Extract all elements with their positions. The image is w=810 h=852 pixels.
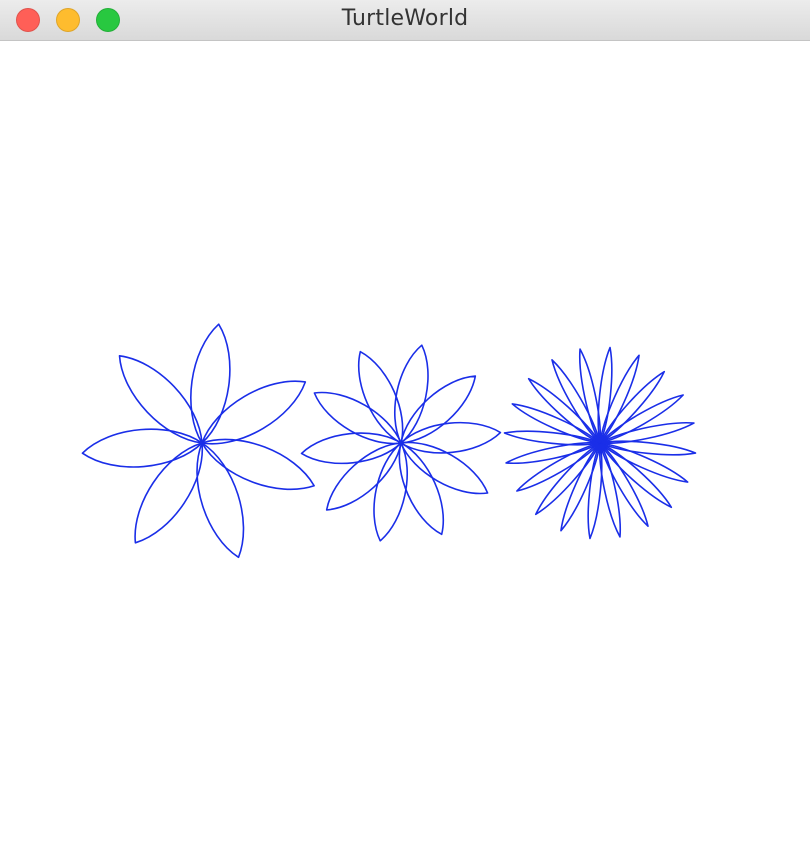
drawing-surface xyxy=(81,323,697,559)
petal xyxy=(400,441,489,495)
petal xyxy=(196,442,245,559)
flower-7-petals xyxy=(81,323,315,559)
flower-20-petals xyxy=(503,346,697,540)
petal xyxy=(400,421,502,454)
petal xyxy=(201,438,315,491)
petal xyxy=(190,323,231,444)
petal xyxy=(201,380,307,445)
petal xyxy=(373,442,408,542)
turtle-canvas[interactable] xyxy=(0,41,810,852)
title-bar[interactable]: TurtleWorld xyxy=(0,0,810,41)
petal xyxy=(325,442,402,511)
petal xyxy=(394,344,429,444)
petal xyxy=(134,442,204,544)
turtleworld-window: TurtleWorld xyxy=(0,0,810,852)
petal xyxy=(400,375,477,444)
petal xyxy=(300,432,402,465)
petal xyxy=(81,428,203,468)
window-title: TurtleWorld xyxy=(341,6,469,31)
flower-10-petals xyxy=(300,344,502,542)
petal xyxy=(313,391,402,445)
